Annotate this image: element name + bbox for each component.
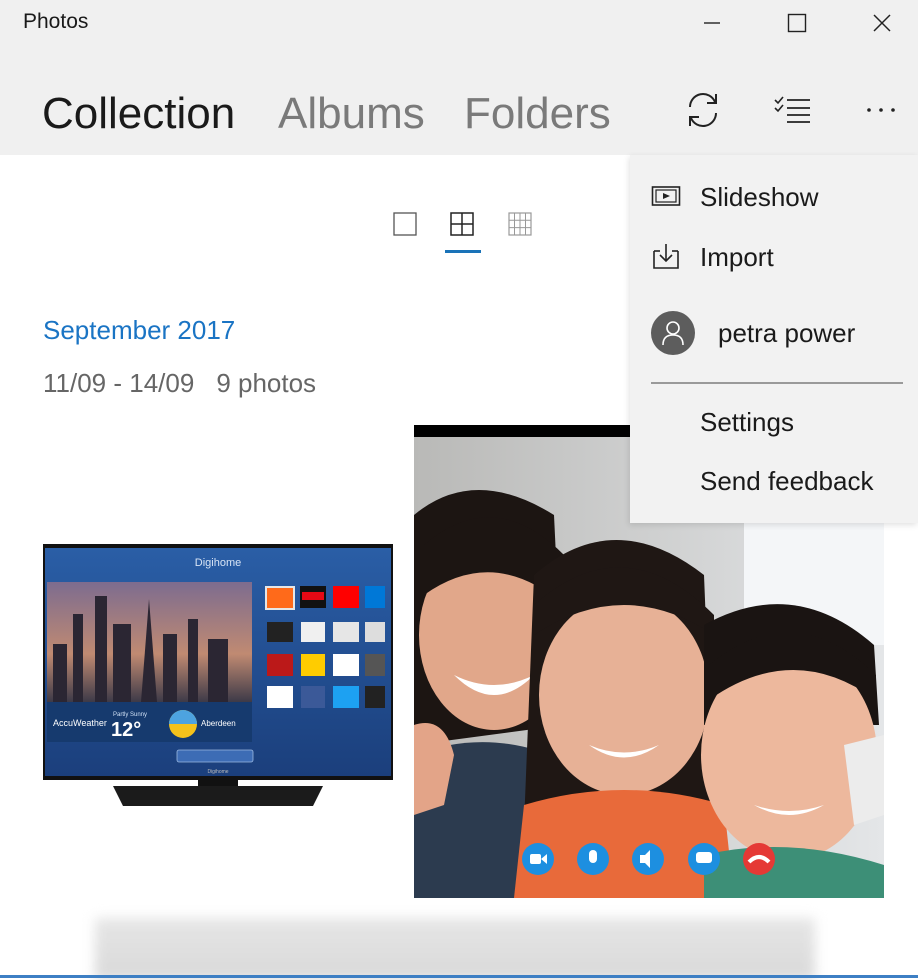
refresh-icon (689, 93, 717, 127)
more-icon (867, 108, 895, 112)
close-button[interactable] (840, 0, 918, 46)
title-bar: Photos (0, 0, 918, 60)
tv-city: Aberdeen (201, 719, 236, 728)
tab-collection[interactable]: Collection (42, 88, 235, 140)
slideshow-icon (650, 181, 682, 213)
maximize-button[interactable] (755, 0, 839, 46)
view-selected-indicator (445, 250, 481, 253)
photo-count: 9 photos (216, 368, 317, 398)
send-feedback-label: Send feedback (700, 465, 874, 496)
select-icon (774, 96, 810, 123)
medium-tiles-icon (450, 212, 474, 236)
more-options-button[interactable] (851, 80, 911, 140)
avatar (651, 311, 695, 355)
tab-folders[interactable]: Folders (464, 88, 611, 140)
view-medium-button[interactable] (446, 208, 478, 240)
view-small-button[interactable] (504, 208, 536, 240)
menu-item-slideshow[interactable]: Slideshow (630, 171, 918, 223)
more-options-menu: Slideshow Import petra power Settings Se… (630, 155, 918, 523)
app-title: Photos (23, 10, 89, 33)
app-header: Collection Albums Folders (0, 60, 918, 155)
import-icon (650, 241, 682, 273)
menu-item-settings[interactable]: Settings (630, 396, 918, 448)
tv-image: Digihome AccuWeather Partly Sunny 12° Ab… (43, 544, 393, 806)
photo-tile-tv[interactable]: Digihome AccuWeather Partly Sunny 12° Ab… (43, 544, 393, 806)
small-tiles-icon (508, 212, 532, 236)
menu-item-account[interactable]: petra power (630, 305, 918, 361)
maximize-icon (787, 13, 807, 33)
menu-divider (651, 382, 903, 384)
tv-brand: Digihome (195, 557, 241, 569)
select-button[interactable] (762, 80, 822, 140)
group-date-range: 11/09 - 14/09 9 photos (43, 368, 316, 399)
tv-footer-brand: Digihome (207, 769, 228, 775)
tv-weather-provider: AccuWeather (53, 718, 107, 728)
tv-temperature: 12° (111, 719, 141, 741)
menu-item-send-feedback[interactable]: Send feedback (630, 455, 918, 507)
group-month-link[interactable]: September 2017 (43, 315, 235, 346)
view-large-button[interactable] (389, 208, 421, 240)
slideshow-label: Slideshow (700, 181, 819, 212)
large-tiles-icon (393, 212, 417, 236)
menu-item-import[interactable]: Import (630, 231, 918, 283)
blurred-photo-row (95, 918, 815, 980)
account-name: petra power (718, 317, 856, 348)
bottom-focus-line (0, 975, 918, 978)
minimize-icon (704, 22, 720, 24)
person-icon (662, 321, 684, 346)
refresh-button[interactable] (673, 80, 733, 140)
import-label: Import (700, 241, 774, 272)
minimize-button[interactable] (670, 0, 754, 46)
date-range-text: 11/09 - 14/09 (43, 368, 195, 398)
settings-label: Settings (700, 406, 794, 437)
tab-albums[interactable]: Albums (278, 88, 425, 140)
tv-condition: Partly Sunny (113, 712, 147, 718)
close-icon (873, 14, 891, 32)
